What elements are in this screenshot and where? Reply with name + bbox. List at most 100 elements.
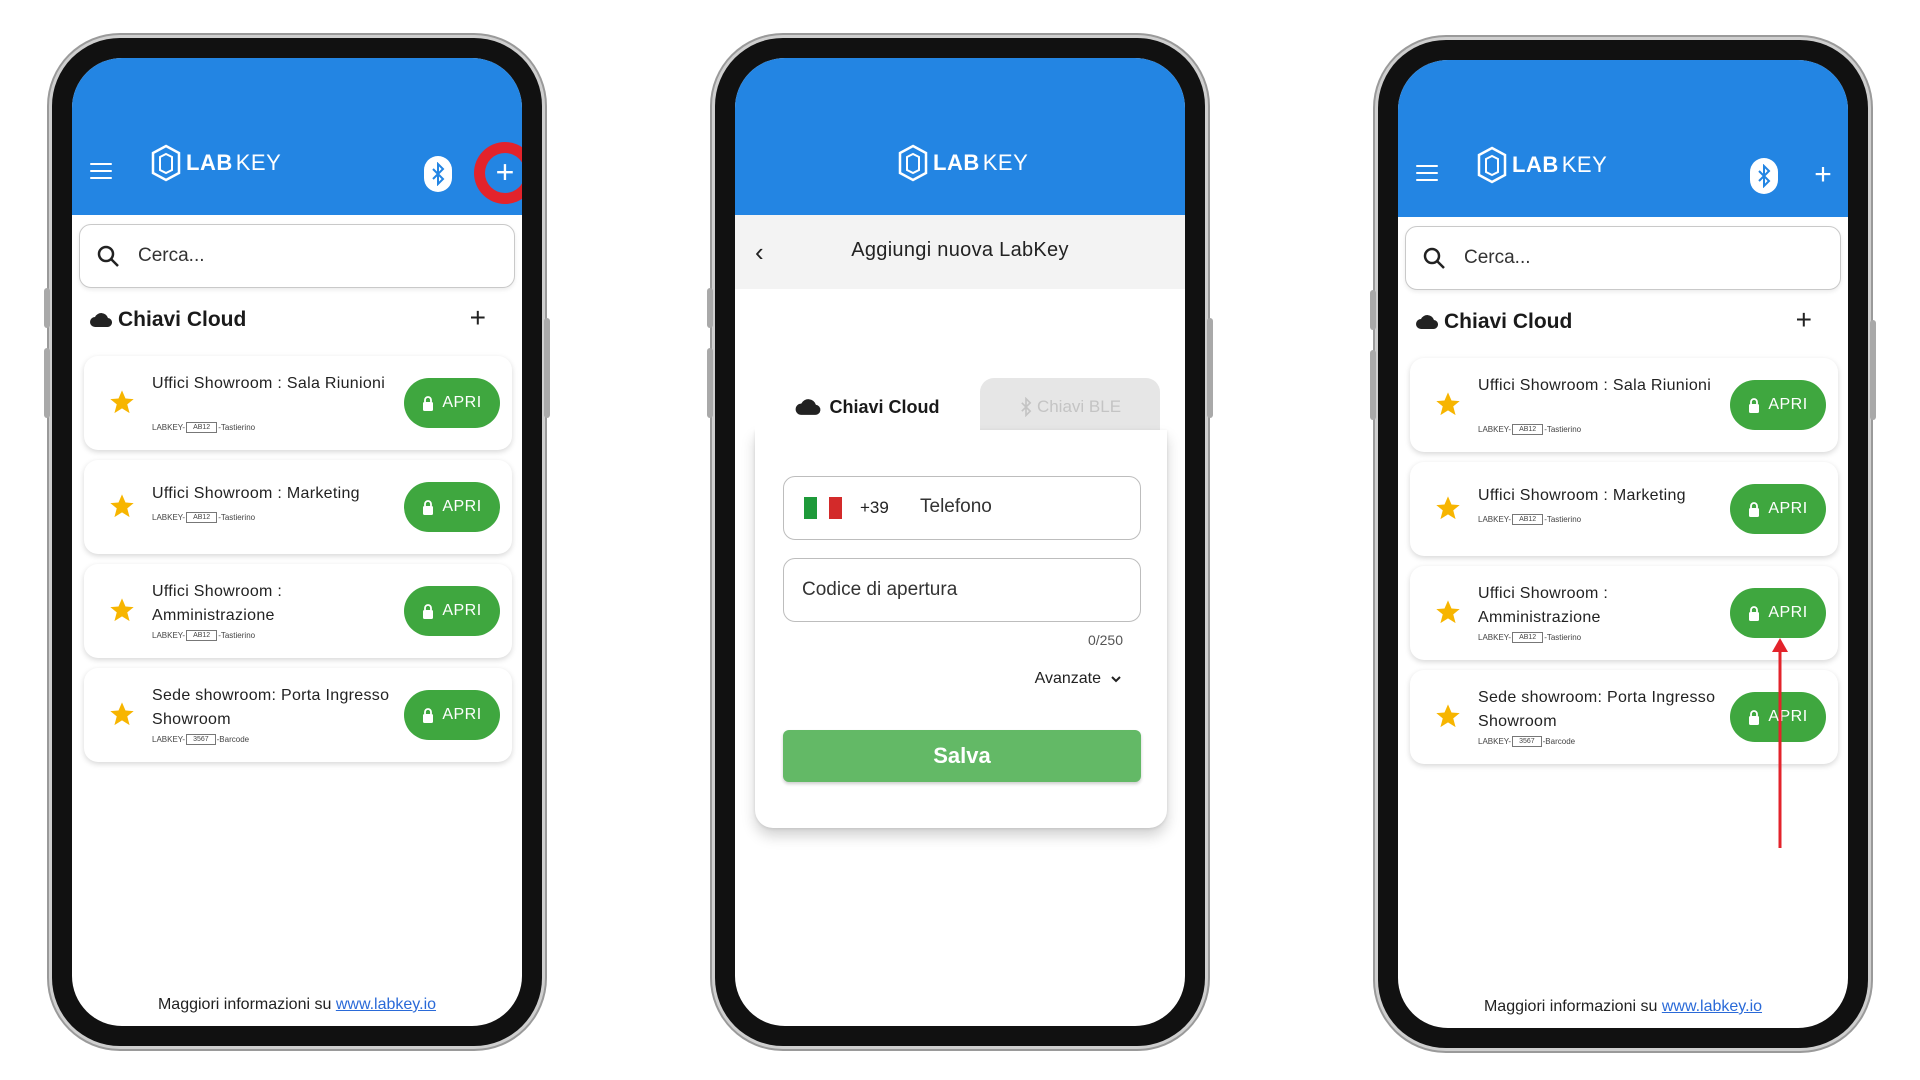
open-label: APRI [442, 706, 482, 723]
open-button[interactable]: APRI [1730, 484, 1826, 534]
open-button[interactable]: APRI [1730, 380, 1826, 430]
bluetooth-icon[interactable] [1750, 158, 1778, 194]
chevron-down-icon [1111, 676, 1121, 683]
logo-key: KEY [235, 150, 282, 175]
key-card[interactable]: Uffici Showroom : Sala Riunioni LABKEY- A… [84, 356, 512, 450]
key-card[interactable]: Sede showroom: Porta Ingresso Showroom L… [84, 668, 512, 762]
key-id: LABKEY- AB12 -Tastierino [1478, 424, 1581, 435]
char-counter: 0/250 [1087, 632, 1123, 648]
key-title: Uffici Showroom : Sala Riunioni [152, 375, 386, 392]
key-title: Uffici Showroom : Amministrazione [152, 583, 283, 624]
lock-icon [423, 707, 434, 723]
key-prefix: LABKEY- [152, 423, 186, 432]
cloud-icon [1416, 315, 1438, 330]
labkey-logo: LAB KEY [1476, 146, 1607, 184]
page-title: Aggiungi nuova LabKey [851, 239, 1069, 261]
phone-mockup-list-open: LAB KEY + Cerca... Chiavi Cloud + Uffici … [1370, 40, 1876, 1048]
star-icon[interactable] [1434, 598, 1462, 626]
key-card[interactable]: Uffici Showroom : Marketing LABKEY- AB12-… [1410, 462, 1838, 556]
section-title: Chiavi Cloud [1444, 310, 1573, 333]
advanced-label: Avanzate [1034, 670, 1101, 687]
key-code: AB12 [1512, 514, 1544, 525]
key-suffix: -Tastierino [218, 513, 256, 522]
key-suffix: -Tastierino [1544, 515, 1582, 524]
open-button[interactable]: APRI [404, 378, 500, 428]
key-code: AB12 [186, 422, 218, 433]
key-code: 3567 [186, 734, 216, 745]
phone-field[interactable]: +39 Telefono [783, 476, 1141, 540]
labkey-logo-icon [898, 144, 928, 182]
key-id: LABKEY- 3567 -Barcode [152, 734, 249, 745]
logo-key: KEY [982, 150, 1029, 175]
menu-icon[interactable] [1416, 165, 1438, 181]
open-label: APRI [1768, 396, 1808, 413]
search-placeholder: Cerca... [1464, 247, 1531, 268]
search-input[interactable]: Cerca... [79, 224, 515, 288]
labkey-logo: LAB KEY [150, 144, 281, 182]
open-button[interactable]: APRI [404, 586, 500, 636]
open-button[interactable]: APRI [404, 690, 500, 740]
star-icon[interactable] [108, 388, 136, 416]
key-title: Uffici Showroom : Sala Riunioni [1478, 377, 1712, 394]
key-title: Uffici Showroom : Amministrazione [1478, 585, 1609, 626]
opening-code-field[interactable]: Codice di apertura [783, 558, 1141, 622]
add-key-form: +39 Telefono Codice di apertura 0/250 Av… [755, 430, 1167, 828]
star-icon[interactable] [1434, 494, 1462, 522]
key-suffix: -Barcode [216, 735, 250, 744]
bluetooth-icon[interactable] [424, 156, 452, 192]
app-screen: LAB KEY + Cerca... Chiavi Cloud + Uffici … [1398, 60, 1848, 1028]
open-label: APRI [442, 394, 482, 411]
key-prefix: LABKEY- [1478, 515, 1512, 524]
footer-text: Maggiori informazioni su [1483, 998, 1662, 1015]
key-prefix: LABKEY- [152, 735, 186, 744]
add-cloud-key-button[interactable]: + [1796, 304, 1812, 336]
opening-code-label: Codice di apertura [802, 579, 958, 600]
save-button[interactable]: Salva [783, 730, 1141, 782]
open-label: APRI [442, 498, 482, 515]
menu-icon[interactable] [90, 163, 112, 179]
labkey-logo-icon [151, 144, 181, 182]
star-icon[interactable] [108, 596, 136, 624]
key-id: LABKEY- AB12 -Tastierino [152, 512, 255, 523]
advanced-toggle[interactable]: Avanzate [1035, 670, 1123, 688]
search-input[interactable]: Cerca... [1405, 226, 1841, 290]
footer-link[interactable]: www.labkey.io [1662, 998, 1762, 1015]
italy-flag-icon[interactable] [804, 497, 843, 519]
open-label: APRI [1768, 500, 1808, 517]
key-card[interactable]: Uffici Showroom : Amministrazione LABKEY… [84, 564, 512, 658]
lock-icon [423, 499, 434, 515]
key-id: LABKEY- AB12 -Tastierino [1478, 514, 1581, 525]
star-icon[interactable] [1434, 390, 1462, 418]
tab-cloud-keys[interactable]: Chiavi Cloud [755, 378, 980, 436]
add-key-button-highlighted[interactable]: + [474, 142, 522, 204]
add-cloud-key-button[interactable]: + [470, 302, 486, 334]
lock-icon [423, 395, 434, 411]
key-prefix: LABKEY- [1478, 633, 1512, 642]
key-suffix: -Tastierino [1544, 425, 1582, 434]
lock-icon [1749, 501, 1760, 517]
key-suffix: -Tastierino [1544, 633, 1582, 642]
key-prefix: LABKEY- [152, 513, 186, 522]
star-icon[interactable] [108, 492, 136, 520]
plus-icon: + [485, 153, 522, 193]
lock-icon [1749, 397, 1760, 413]
add-key-button[interactable]: + [1808, 160, 1838, 190]
star-icon[interactable] [108, 700, 136, 728]
search-icon [97, 245, 119, 267]
app-bar: LAB KEY + [72, 58, 522, 215]
open-button[interactable]: APRI [404, 482, 500, 532]
key-code: AB12 [186, 512, 218, 523]
key-card[interactable]: Uffici Showroom : Marketing LABKEY- AB12-… [84, 460, 512, 554]
app-bar: LAB KEY [735, 58, 1185, 215]
open-label: APRI [1768, 604, 1808, 621]
key-title: Uffici Showroom : Marketing [152, 485, 360, 502]
tab-ble-keys[interactable]: Chiavi BLE [980, 378, 1160, 436]
key-card[interactable]: Uffici Showroom : Sala Riunioni LABKEY- A… [1410, 358, 1838, 452]
key-prefix: LABKEY- [1478, 425, 1512, 434]
footer-link[interactable]: www.labkey.io [336, 996, 436, 1013]
key-suffix: -Barcode [1542, 737, 1576, 746]
star-icon[interactable] [1434, 702, 1462, 730]
open-button[interactable]: APRI [1730, 588, 1826, 638]
section-header: Chiavi Cloud [90, 308, 246, 332]
app-screen: LAB KEY + Cerca... Chiavi Cloud + Uffici … [72, 58, 522, 1026]
